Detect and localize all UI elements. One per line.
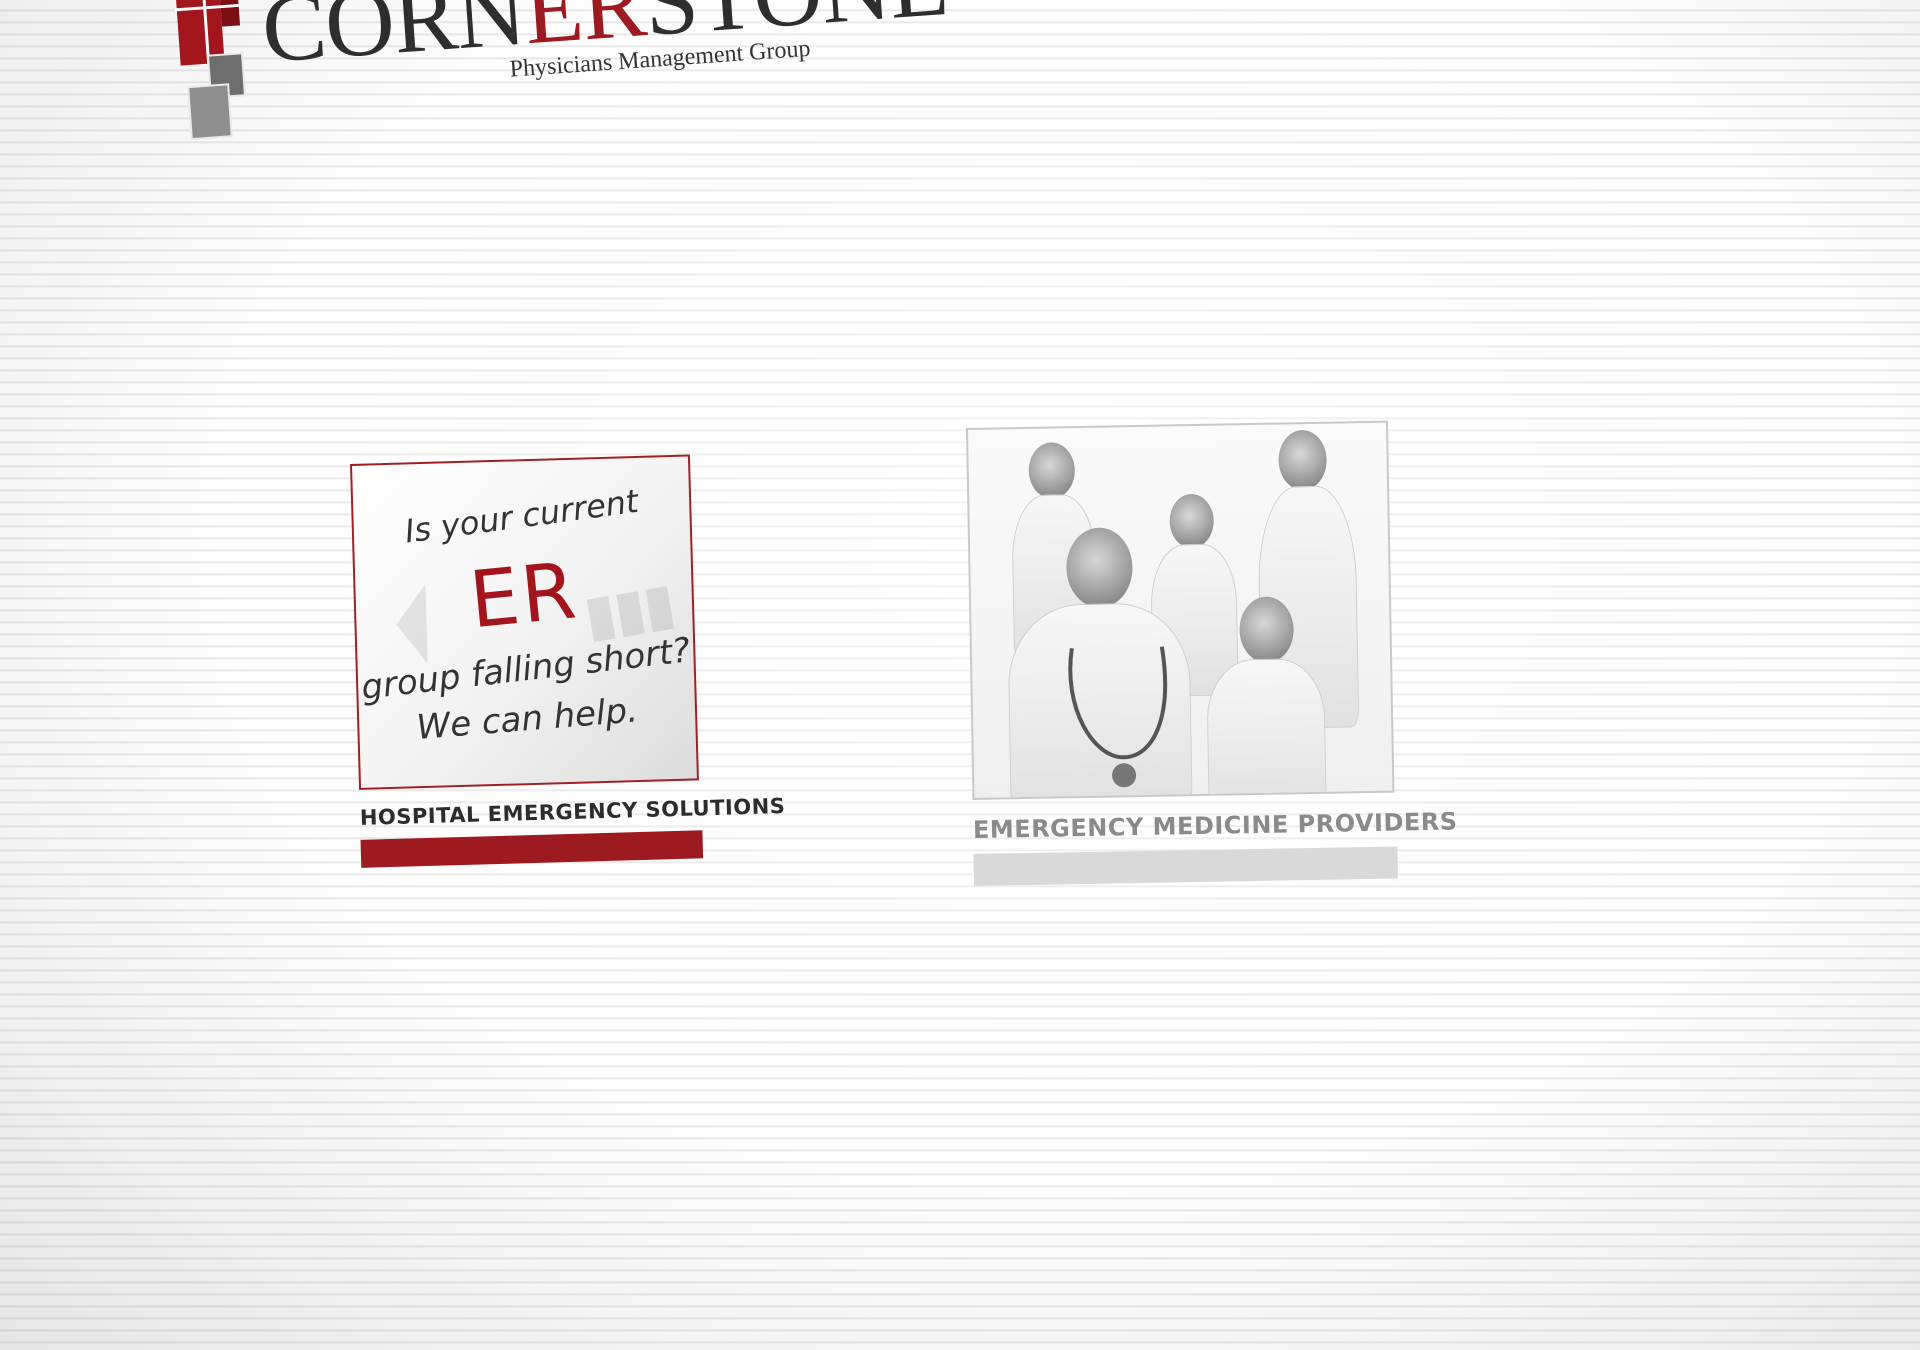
background-vignette — [0, 0, 1920, 1350]
brand-logo[interactable]: CORNERSTONE Physicians Management Group — [172, 0, 950, 160]
card-emergency-medicine-providers[interactable]: EMERGENCY MEDICINE PROVIDERS — [966, 420, 1458, 886]
card-label-emergency-medicine-providers[interactable]: EMERGENCY MEDICINE PROVIDERS — [973, 807, 1458, 843]
card-accent-bar-gray[interactable] — [973, 846, 1398, 886]
card-hospital-emergency-solutions[interactable]: ▮▮▮ Is your current ER group falling sho… — [350, 454, 786, 868]
brand-name-part1: CORN — [258, 0, 529, 83]
stethoscope-icon — [1068, 646, 1167, 788]
card-label-hospital-emergency-solutions[interactable]: HOSPITAL EMERGENCY SOLUTIONS — [360, 794, 786, 830]
medical-team-photo[interactable] — [966, 420, 1395, 800]
logo-mark-icon — [173, 0, 246, 141]
er-promo-image[interactable]: ▮▮▮ Is your current ER group falling sho… — [350, 454, 699, 790]
card-accent-bar-red[interactable] — [360, 830, 704, 868]
